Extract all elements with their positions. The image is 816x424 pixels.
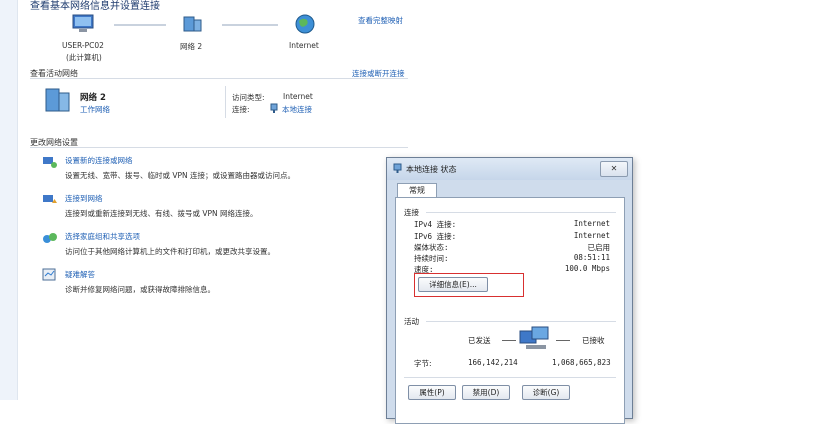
diagnose-button-label: 诊断(G) bbox=[532, 388, 560, 397]
media-state-value: 已启用 bbox=[587, 243, 611, 252]
network-setup-icon bbox=[43, 157, 57, 168]
setting-title-troubleshoot[interactable]: 疑难解答 bbox=[65, 269, 95, 280]
ipv4-value: Internet bbox=[573, 219, 610, 228]
properties-button-label: 属性(P) bbox=[419, 388, 445, 397]
network-type-link[interactable]: 工作网络 bbox=[80, 104, 110, 115]
setting-desc: 诊断并修复网络问题，或获得故障排除信息。 bbox=[65, 285, 215, 294]
connect-network-icon bbox=[43, 195, 57, 203]
active-network-icon bbox=[45, 88, 70, 112]
network-activity-icon bbox=[519, 326, 549, 349]
ipv4-label: IPv4 连接: bbox=[414, 220, 457, 229]
close-icon: ✕ bbox=[610, 164, 618, 173]
disable-button-label: 禁用(D) bbox=[472, 388, 500, 397]
active-network-name: 网络 2 bbox=[80, 93, 106, 103]
network-name-map: 网络 2 bbox=[180, 42, 203, 51]
setting-desc: 设置无线、宽带、拨号、临时或 VPN 连接；或设置路由器或访问点。 bbox=[65, 171, 296, 180]
bytes-label: 字节: bbox=[414, 359, 432, 368]
tab-general[interactable]: 常规 bbox=[397, 183, 437, 198]
bytes-sent-value: 166,142,214 bbox=[468, 358, 518, 367]
view-full-map-link[interactable]: 查看完整映射 bbox=[358, 15, 403, 26]
left-edge-panel bbox=[0, 0, 18, 400]
general-panel: 连接 IPv4 连接: Internet IPv6 连接: Internet 媒… bbox=[395, 197, 625, 424]
dialog-title: 本地连接 状态 bbox=[406, 165, 457, 174]
map-connector bbox=[114, 24, 166, 26]
details-button[interactable]: 详细信息(E)... bbox=[418, 277, 488, 292]
ethernet-icon bbox=[393, 163, 402, 173]
divider bbox=[426, 321, 616, 322]
divider bbox=[30, 78, 408, 79]
divider bbox=[426, 212, 616, 213]
connection-label: 连接: bbox=[232, 105, 250, 114]
setting-title-homegroup[interactable]: 选择家庭组和共享选项 bbox=[65, 231, 140, 242]
access-type-label: 访问类型: bbox=[232, 93, 265, 102]
duration-label: 持续时间: bbox=[414, 254, 449, 263]
map-connector bbox=[222, 24, 278, 26]
speed-value: 100.0 Mbps bbox=[564, 264, 610, 273]
setting-desc: 连接到或重新连接到无线、有线、拨号或 VPN 网络连接。 bbox=[65, 209, 258, 218]
computer-icon bbox=[72, 14, 94, 32]
internet-label: Internet bbox=[289, 41, 319, 50]
divider bbox=[404, 377, 616, 378]
local-connection-link[interactable]: 本地连接 bbox=[282, 104, 312, 115]
bytes-received-value: 1,068,665,823 bbox=[552, 358, 611, 367]
access-type-value: Internet bbox=[283, 92, 313, 101]
local-connection-status-dialog: 本地连接 状态 ✕ 常规 连接 IPv4 连接: Internet IPv6 连… bbox=[386, 157, 633, 424]
setting-desc: 访问位于其他网络计算机上的文件和打印机，或更改共享设置。 bbox=[65, 247, 275, 256]
homegroup-icon bbox=[43, 233, 57, 243]
media-state-label: 媒体状态: bbox=[414, 243, 449, 252]
diagnose-button[interactable]: 诊断(G) bbox=[522, 385, 570, 400]
ipv6-label: IPv6 连接: bbox=[414, 232, 457, 241]
disable-button[interactable]: 禁用(D) bbox=[462, 385, 510, 400]
dialog-titlebar[interactable]: 本地连接 状态 ✕ bbox=[387, 158, 632, 180]
ipv6-value: Internet bbox=[573, 231, 610, 240]
activity-section-header: 活动 bbox=[404, 317, 419, 326]
network-icon bbox=[183, 16, 202, 32]
page-title: 查看基本网络信息并设置连接 bbox=[30, 1, 160, 12]
sent-label: 已发送 bbox=[468, 336, 491, 345]
pc-name: USER-PC02 bbox=[62, 41, 104, 50]
divider bbox=[225, 86, 226, 118]
setting-title-new-connection[interactable]: 设置新的连接或网络 bbox=[65, 155, 133, 166]
duration-value: 08:51:11 bbox=[573, 253, 610, 262]
properties-button[interactable]: 属性(P) bbox=[408, 385, 456, 400]
pc-sub-label: (此计算机) bbox=[66, 53, 102, 62]
globe-icon bbox=[295, 14, 315, 34]
sent-line bbox=[502, 340, 516, 341]
troubleshoot-icon bbox=[42, 268, 56, 281]
ethernet-icon bbox=[270, 103, 278, 113]
connection-section-header: 连接 bbox=[404, 208, 419, 217]
close-button[interactable]: ✕ bbox=[600, 161, 628, 177]
received-label: 已接收 bbox=[582, 336, 605, 345]
received-line bbox=[556, 340, 570, 341]
setting-title-connect[interactable]: 连接到网络 bbox=[65, 193, 103, 204]
divider bbox=[30, 147, 408, 148]
